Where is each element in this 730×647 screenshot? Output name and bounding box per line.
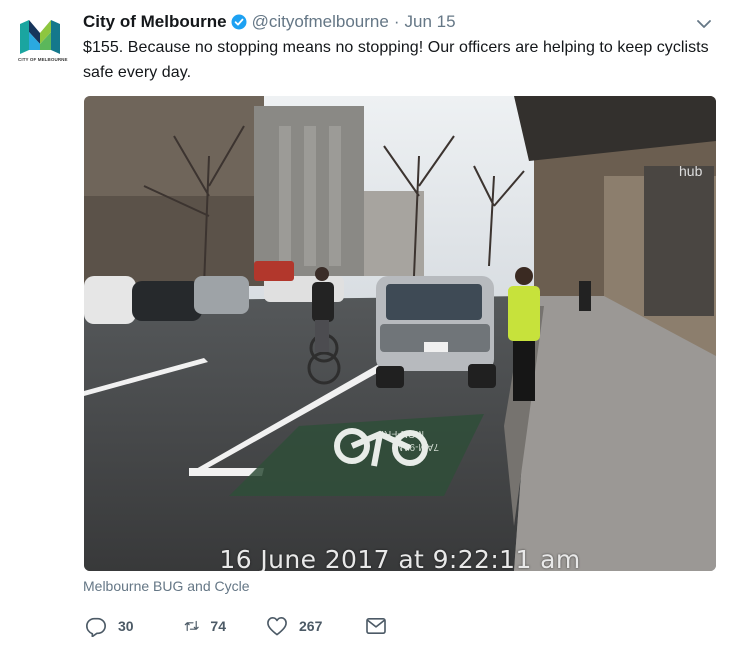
avatar-label: CITY OF MELBOURNE <box>18 57 68 62</box>
photo-timestamp: 16 June 2017 at 9:22:11 am <box>219 545 581 571</box>
retweet-count: 74 <box>210 618 226 634</box>
reply-count: 30 <box>118 618 134 634</box>
tweet-photo[interactable]: hub MON-FRI 7AM-9AM 16 June 2017 at 9:22… <box>84 96 716 571</box>
retweet-icon <box>184 620 199 632</box>
tweet-text: $155. Because no stopping means no stopp… <box>83 39 709 81</box>
heart-icon <box>267 617 287 636</box>
like-button[interactable]: 267 <box>266 616 326 636</box>
like-count: 267 <box>299 618 323 634</box>
retweet-button[interactable]: 74 <box>184 615 226 637</box>
avatar[interactable]: CITY OF MELBOURNE <box>18 20 68 64</box>
author-name[interactable]: City of Melbourne <box>83 12 227 32</box>
chevron-down-icon[interactable] <box>692 13 716 35</box>
tweet-date[interactable]: Jun 15 <box>405 12 456 32</box>
street-scene-image: hub MON-FRI 7AM-9AM <box>84 96 716 571</box>
city-of-melbourne-logo <box>20 20 60 54</box>
tweet-actions: 30 74 267 <box>85 612 387 640</box>
envelope-icon <box>366 617 386 635</box>
shop-sign: hub <box>679 163 703 179</box>
photo-source-label[interactable]: Melbourne BUG and Cycle <box>83 578 250 594</box>
author-handle[interactable]: @cityofmelbourne <box>252 12 389 32</box>
tweet-header: City of Melbourne @cityofmelbourne · Jun… <box>83 11 456 33</box>
direct-message-button[interactable] <box>365 617 387 635</box>
reply-button[interactable]: 30 <box>85 615 147 637</box>
reply-icon <box>86 617 106 637</box>
separator-dot: · <box>393 12 400 31</box>
verified-badge-icon <box>231 14 247 30</box>
